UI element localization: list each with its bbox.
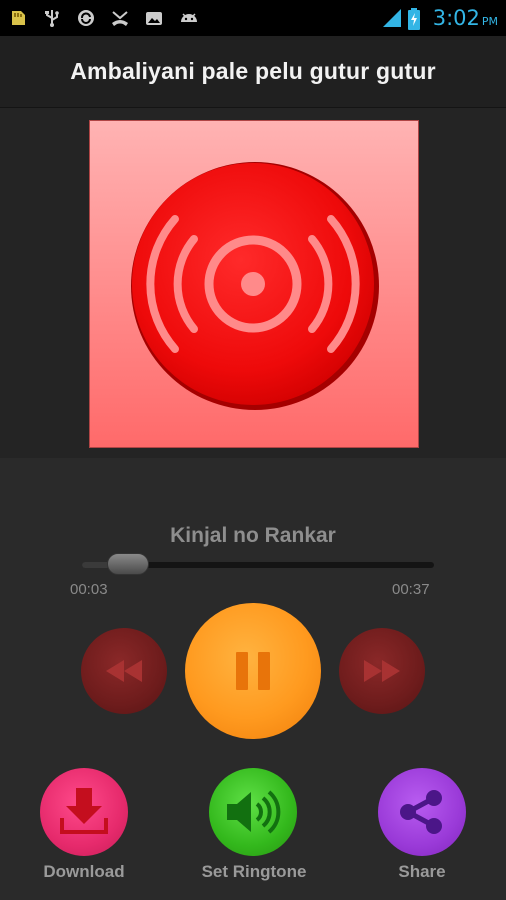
previous-button[interactable] bbox=[81, 628, 167, 714]
total-time: 00:37 bbox=[392, 581, 430, 598]
album-art bbox=[89, 120, 419, 448]
seek-bar-progress bbox=[82, 562, 111, 568]
title-bar: Ambaliyani pale pelu gutur gutur bbox=[0, 36, 506, 108]
android-icon bbox=[178, 8, 198, 28]
next-button[interactable] bbox=[339, 628, 425, 714]
pause-button[interactable] bbox=[185, 603, 321, 739]
track-name: Kinjal no Rankar bbox=[170, 524, 336, 547]
share-icon bbox=[400, 790, 442, 834]
sync-icon bbox=[76, 8, 96, 28]
sd-card-icon bbox=[8, 8, 28, 28]
fast-forward-icon bbox=[364, 660, 400, 682]
download-icon bbox=[60, 788, 108, 834]
download-button[interactable] bbox=[40, 768, 128, 856]
download-label: Download bbox=[43, 862, 125, 881]
album-area bbox=[0, 108, 506, 458]
song-title: Ambaliyani pale pelu gutur gutur bbox=[70, 58, 436, 84]
status-bar: 3:02 PM bbox=[0, 0, 506, 36]
current-time: 00:03 bbox=[70, 581, 108, 598]
set-ringtone-button[interactable] bbox=[209, 768, 297, 856]
rewind-icon bbox=[106, 660, 142, 682]
gallery-icon bbox=[144, 8, 164, 28]
missed-call-icon bbox=[110, 8, 130, 28]
pause-icon bbox=[236, 652, 270, 690]
seek-bar-thumb[interactable] bbox=[106, 553, 149, 575]
share-button[interactable] bbox=[378, 768, 466, 856]
speaker-icon bbox=[227, 790, 281, 834]
set-ringtone-label: Set Ringtone bbox=[201, 862, 307, 881]
music-disc-icon bbox=[131, 162, 379, 410]
signal-icon bbox=[381, 8, 401, 28]
share-label: Share bbox=[398, 862, 446, 881]
usb-icon bbox=[42, 8, 62, 28]
clock: 3:02 PM bbox=[432, 6, 498, 30]
battery-charging-icon bbox=[407, 8, 427, 30]
